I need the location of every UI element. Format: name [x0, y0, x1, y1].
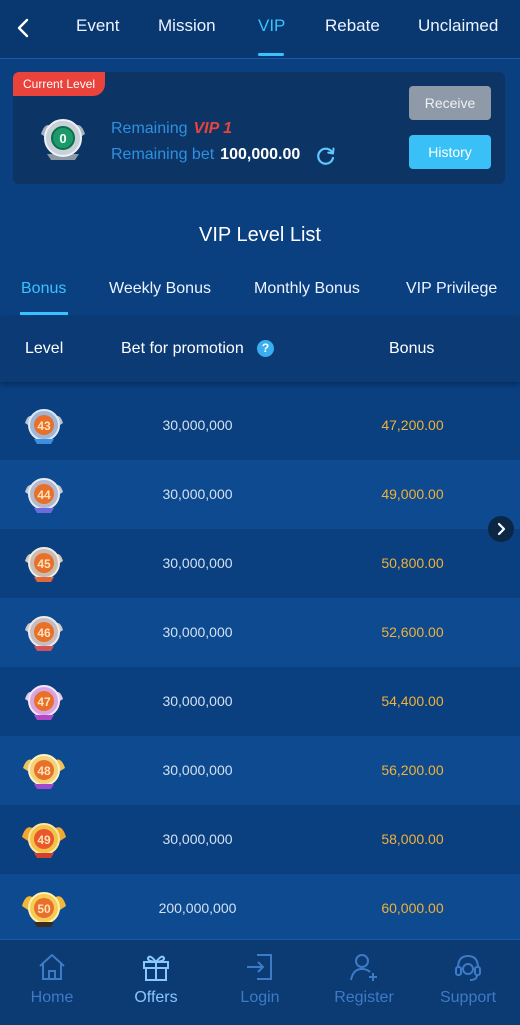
svg-text:48: 48 [37, 764, 51, 778]
vip-level-badge: 0 [37, 114, 89, 164]
svg-text:43: 43 [37, 419, 51, 433]
svg-text:50: 50 [37, 902, 51, 916]
top-nav: Event Mission VIP Rebate Unclaimed [0, 0, 520, 59]
table-row: 46 30,000,000 52,600.00 [0, 598, 520, 667]
bet-value: 30,000,000 [162, 693, 233, 709]
nav-offers[interactable]: Offers [104, 940, 208, 1025]
table-row: 44 30,000,000 49,000.00 [0, 460, 520, 529]
vip-badge-icon: 49 [22, 819, 66, 863]
tab-event[interactable]: Event [76, 16, 119, 36]
register-icon [350, 954, 377, 981]
vip-badge-icon: 46 [22, 612, 66, 656]
active-tab-indicator [258, 53, 284, 56]
gift-icon [143, 955, 169, 981]
column-bet-for-promotion: Bet for promotion [121, 340, 244, 357]
support-icon [455, 954, 481, 981]
table-row: 50 200,000,000 60,000.00 [0, 874, 520, 939]
svg-text:44: 44 [37, 488, 51, 502]
bonus-value: 54,400.00 [381, 693, 444, 709]
nav-register[interactable]: Register [312, 940, 416, 1025]
table-row: 48 30,000,000 56,200.00 [0, 736, 520, 805]
bet-value: 30,000,000 [162, 624, 233, 640]
bonus-value: 58,000.00 [381, 831, 444, 847]
vip-level-table: 43 30,000,000 47,200.00 44 30,000,000 49… [0, 391, 520, 939]
bottom-nav: Home Offers Login Register Support [0, 939, 520, 1025]
bonus-value: 56,200.00 [381, 762, 444, 778]
help-icon[interactable]: ? [257, 340, 274, 357]
subtab-weekly-bonus[interactable]: Weekly Bonus [109, 280, 211, 298]
vip-badge-icon: 43 [22, 405, 66, 449]
table-row: 45 30,000,000 50,800.00 [0, 529, 520, 598]
nav-login-label: Login [240, 989, 280, 1006]
vip-badge-icon: 45 [22, 543, 66, 587]
table-header: Level Bet for promotion ? Bonus [0, 316, 520, 382]
vip-badge-icon: 48 [22, 750, 66, 794]
tab-unclaimed[interactable]: Unclaimed [418, 16, 498, 36]
bet-value: 200,000,000 [158, 900, 237, 916]
subtab-bonus[interactable]: Bonus [21, 280, 66, 298]
remaining-bet-text: Remaining bet 100,000.00 [111, 146, 300, 164]
svg-text:49: 49 [37, 833, 51, 847]
svg-text:46: 46 [37, 626, 51, 640]
vip-badge-icon: 44 [22, 474, 66, 518]
scroll-right-button[interactable] [488, 516, 514, 542]
bonus-value: 60,000.00 [381, 900, 444, 916]
bet-value: 30,000,000 [162, 831, 233, 847]
subtab-vip-privilege[interactable]: VIP Privilege [406, 280, 497, 298]
svg-text:0: 0 [59, 131, 66, 146]
next-vip-level: VIP 1 [193, 120, 233, 137]
nav-login[interactable]: Login [208, 940, 312, 1025]
remaining-label: Remaining [111, 120, 188, 137]
vip-level-list-title: VIP Level List [199, 224, 321, 246]
svg-text:47: 47 [37, 695, 51, 709]
remaining-bet-label: Remaining bet [111, 146, 215, 163]
subtab-monthly-bonus[interactable]: Monthly Bonus [254, 280, 360, 298]
active-subtab-indicator [20, 312, 68, 315]
column-level: Level [25, 340, 64, 357]
bet-value: 30,000,000 [162, 417, 233, 433]
vip-badge-icon: 50 [22, 888, 66, 932]
home-icon [39, 954, 65, 980]
refresh-icon[interactable] [315, 145, 337, 167]
remaining-vip-text: Remaining VIP 1 [111, 120, 232, 138]
bet-value: 30,000,000 [162, 486, 233, 502]
bonus-value: 52,600.00 [381, 624, 444, 640]
current-level-card: Current Level 0 Remaining VIP 1 Remaining… [13, 72, 505, 184]
receive-button[interactable]: Receive [409, 86, 491, 120]
history-button[interactable]: History [409, 135, 491, 169]
nav-home[interactable]: Home [0, 940, 104, 1025]
bet-value: 30,000,000 [162, 762, 233, 778]
table-row: 49 30,000,000 58,000.00 [0, 805, 520, 874]
bonus-value: 49,000.00 [381, 486, 444, 502]
svg-text:45: 45 [37, 557, 51, 571]
table-row: 47 30,000,000 54,400.00 [0, 667, 520, 736]
back-arrow-icon[interactable] [10, 14, 38, 42]
nav-register-label: Register [334, 989, 394, 1006]
vip-badge-icon: 47 [22, 681, 66, 725]
table-row: 43 30,000,000 47,200.00 [0, 391, 520, 460]
tab-vip[interactable]: VIP [258, 16, 285, 36]
nav-support-label: Support [439, 989, 497, 1006]
current-level-tag: Current Level [13, 72, 106, 96]
tab-rebate[interactable]: Rebate [325, 16, 380, 36]
column-bonus: Bonus [389, 340, 435, 357]
nav-home-label: Home [30, 989, 74, 1006]
login-icon [247, 954, 272, 980]
remaining-bet-value: 100,000.00 [220, 146, 301, 163]
bet-value: 30,000,000 [162, 555, 233, 571]
nav-offers-label: Offers [134, 989, 178, 1006]
tab-mission[interactable]: Mission [158, 16, 216, 36]
bonus-value: 47,200.00 [381, 417, 444, 433]
nav-support[interactable]: Support [416, 940, 520, 1025]
bonus-value: 50,800.00 [381, 555, 444, 571]
